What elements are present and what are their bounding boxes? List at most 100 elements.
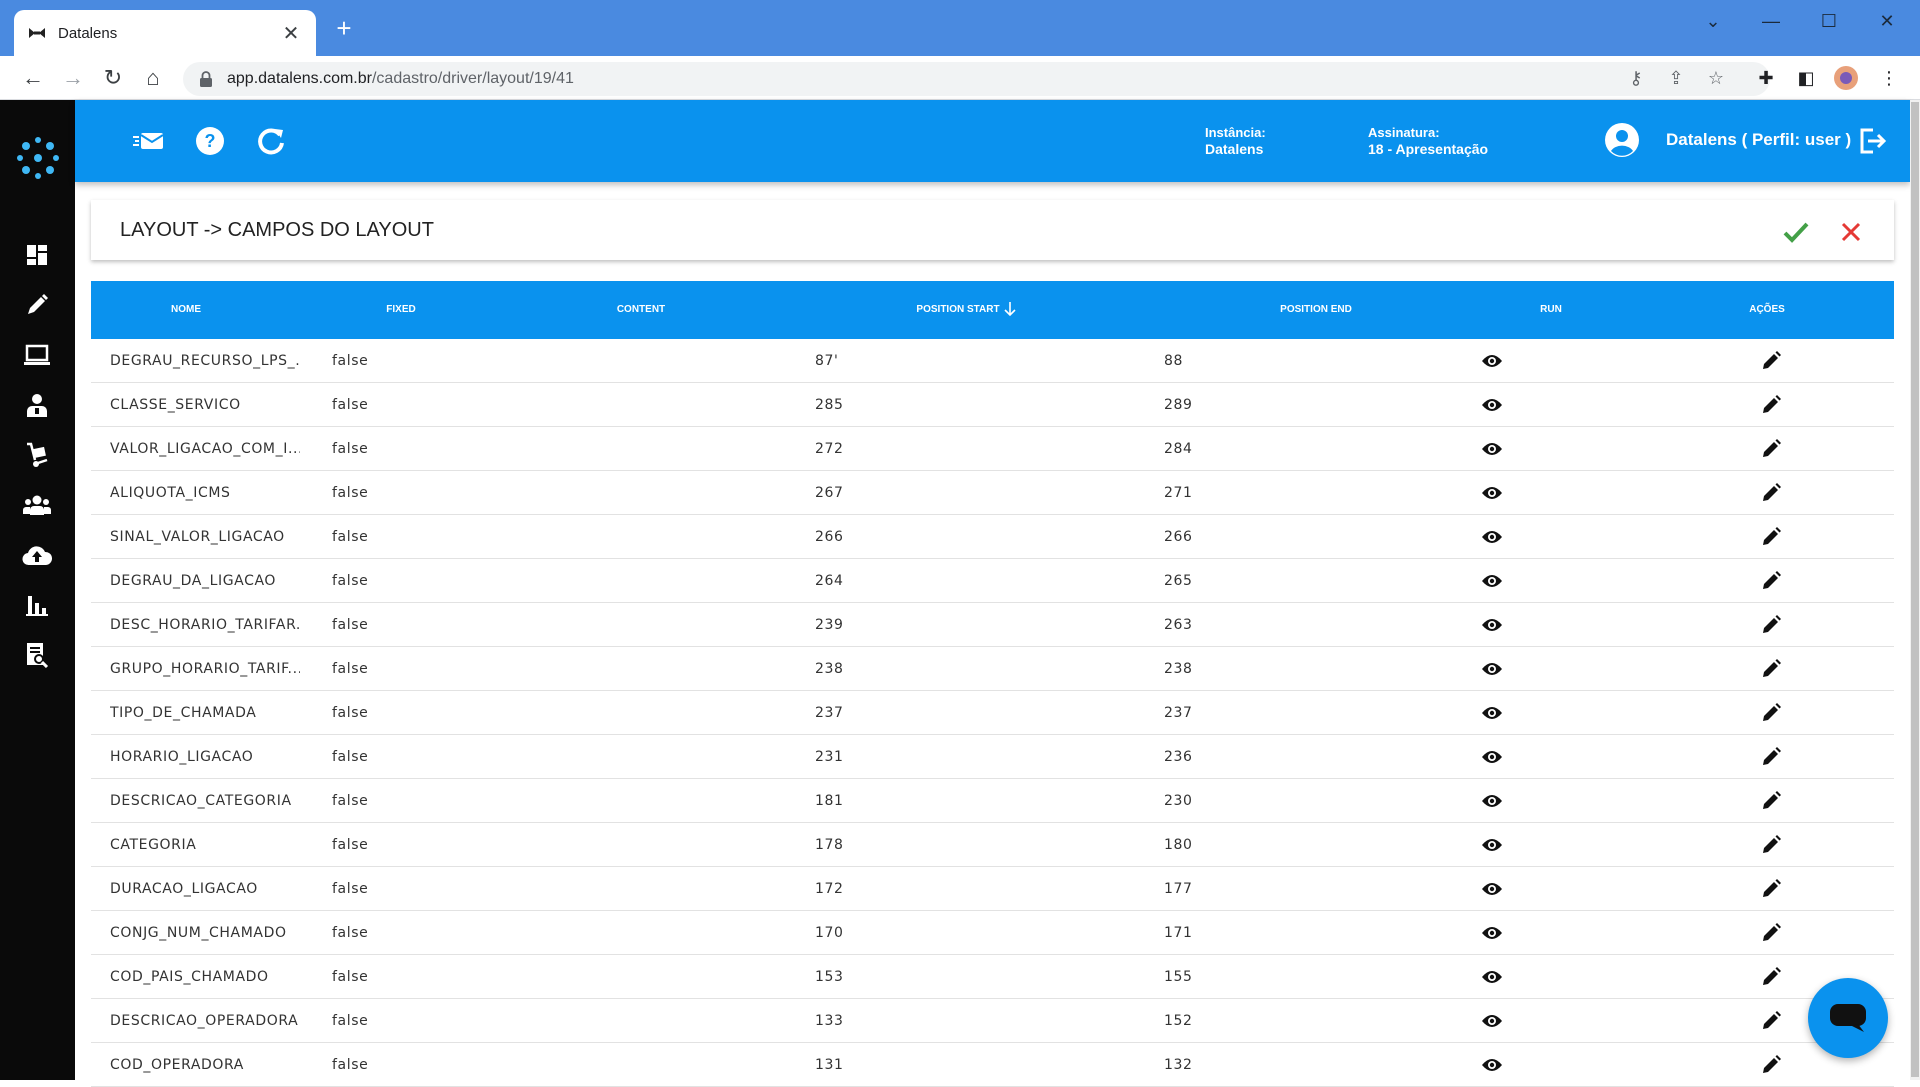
view-eye-icon[interactable] xyxy=(1481,823,1505,867)
cell-position-end: 238 xyxy=(1164,661,1193,677)
new-tab-button[interactable]: + xyxy=(330,14,358,42)
view-eye-icon[interactable] xyxy=(1481,779,1505,823)
cell-position-end: 265 xyxy=(1164,573,1193,589)
cell-fixed: false xyxy=(332,573,369,589)
view-eye-icon[interactable] xyxy=(1481,427,1505,471)
dolly-icon[interactable] xyxy=(22,440,52,470)
close-window-button[interactable]: ✕ xyxy=(1864,6,1910,36)
app-header: ? Instância: Datalens Assinatura: 18 - A… xyxy=(75,100,1910,182)
view-eye-icon[interactable] xyxy=(1481,339,1505,383)
mail-icon[interactable] xyxy=(133,125,165,157)
page-scrollbar[interactable] xyxy=(1910,100,1920,1080)
column-header-position-start[interactable]: POSITION START xyxy=(891,281,1041,339)
view-eye-icon[interactable] xyxy=(1481,735,1505,779)
edit-pencil-icon[interactable] xyxy=(1761,779,1785,823)
edit-pencil-icon[interactable] xyxy=(1761,735,1785,779)
table-row: DURACAO_LIGACAO false 172 177 xyxy=(91,867,1894,911)
key-icon[interactable]: ⚷ xyxy=(1623,65,1649,91)
browser-tab[interactable]: Datalens ✕ xyxy=(14,10,316,56)
cell-nome: ALIQUOTA_ICMS xyxy=(110,485,231,501)
table-row: COD_OPERADORA false 131 132 xyxy=(91,1043,1894,1087)
edit-icon[interactable] xyxy=(22,290,52,320)
edit-pencil-icon[interactable] xyxy=(1761,603,1785,647)
column-header-nome[interactable]: NOME xyxy=(131,281,241,339)
edit-pencil-icon[interactable] xyxy=(1761,515,1785,559)
column-header-fixed[interactable]: FIXED xyxy=(351,281,451,339)
cell-fixed: false xyxy=(332,397,369,413)
datalens-logo[interactable] xyxy=(12,132,64,184)
view-eye-icon[interactable] xyxy=(1481,691,1505,735)
confirm-check-icon[interactable] xyxy=(1780,216,1812,248)
minimize-button[interactable]: — xyxy=(1748,6,1794,36)
back-arrow-icon[interactable]: ← xyxy=(18,63,48,93)
home-icon[interactable]: ⌂ xyxy=(138,63,168,93)
view-eye-icon[interactable] xyxy=(1481,955,1505,999)
view-eye-icon[interactable] xyxy=(1481,515,1505,559)
edit-pencil-icon[interactable] xyxy=(1761,823,1785,867)
edit-pencil-icon[interactable] xyxy=(1761,383,1785,427)
view-eye-icon[interactable] xyxy=(1481,867,1505,911)
scrollbar-thumb[interactable] xyxy=(1911,102,1919,1077)
cell-fixed: false xyxy=(332,1013,369,1029)
refresh-icon[interactable] xyxy=(255,125,287,157)
edit-pencil-icon[interactable] xyxy=(1761,867,1785,911)
view-eye-icon[interactable] xyxy=(1481,559,1505,603)
cell-nome: DEGRAU_RECURSO_LPS_... xyxy=(110,353,300,369)
cloud-upload-icon[interactable] xyxy=(22,540,52,570)
cell-fixed: false xyxy=(332,661,369,677)
edit-pencil-icon[interactable] xyxy=(1761,911,1785,955)
view-eye-icon[interactable] xyxy=(1481,647,1505,691)
share-icon[interactable]: ⇪ xyxy=(1663,65,1689,91)
bar-chart-icon[interactable] xyxy=(22,590,52,620)
address-bar[interactable]: app.datalens.com.br/cadastro/driver/layo… xyxy=(183,62,1770,96)
table-body: DEGRAU_RECURSO_LPS_... false 87' 88 CLAS… xyxy=(91,339,1894,1087)
extensions-icon[interactable]: ✚ xyxy=(1753,65,1779,91)
edit-pencil-icon[interactable] xyxy=(1761,691,1785,735)
column-header-run[interactable]: RUN xyxy=(1511,281,1591,339)
column-header-content[interactable]: CONTENT xyxy=(581,281,701,339)
chat-widget-button[interactable] xyxy=(1808,978,1888,1058)
cell-position-end: 155 xyxy=(1164,969,1193,985)
edit-pencil-icon[interactable] xyxy=(1761,471,1785,515)
account-circle-icon[interactable] xyxy=(1604,122,1640,158)
maximize-button[interactable]: ☐ xyxy=(1806,6,1852,36)
svg-text:?: ? xyxy=(205,131,216,151)
column-header-position-end[interactable]: POSITION END xyxy=(1241,281,1391,339)
view-eye-icon[interactable] xyxy=(1481,383,1505,427)
table-row: SINAL_VALOR_LIGACAO false 266 266 xyxy=(91,515,1894,559)
view-eye-icon[interactable] xyxy=(1481,471,1505,515)
view-eye-icon[interactable] xyxy=(1481,999,1505,1043)
chat-bubble-icon xyxy=(1830,1004,1866,1032)
tab-close-icon[interactable]: ✕ xyxy=(280,21,302,46)
browser-menu-icon[interactable]: ⋮ xyxy=(1876,65,1902,91)
view-eye-icon[interactable] xyxy=(1481,1043,1505,1087)
edit-pencil-icon[interactable] xyxy=(1761,999,1785,1043)
cell-position-end: 289 xyxy=(1164,397,1193,413)
cancel-close-icon[interactable] xyxy=(1835,216,1867,248)
forward-arrow-icon[interactable]: → xyxy=(58,63,88,93)
cell-nome: CONJG_NUM_CHAMADO xyxy=(110,925,287,941)
profile-avatar[interactable] xyxy=(1833,65,1859,91)
user-tie-icon[interactable] xyxy=(22,390,52,420)
table-row: DEGRAU_DA_LIGACAO false 264 265 xyxy=(91,559,1894,603)
users-icon[interactable] xyxy=(22,490,52,520)
edit-pencil-icon[interactable] xyxy=(1761,955,1785,999)
view-eye-icon[interactable] xyxy=(1481,911,1505,955)
report-search-icon[interactable] xyxy=(22,640,52,670)
tab-search-icon[interactable]: ⌄ xyxy=(1690,6,1736,36)
help-icon[interactable]: ? xyxy=(194,125,226,157)
dashboard-icon[interactable] xyxy=(22,240,52,270)
edit-pencil-icon[interactable] xyxy=(1761,427,1785,471)
edit-pencil-icon[interactable] xyxy=(1761,647,1785,691)
view-eye-icon[interactable] xyxy=(1481,603,1505,647)
logout-icon[interactable] xyxy=(1857,126,1887,156)
side-panel-icon[interactable]: ◧ xyxy=(1793,65,1819,91)
reload-icon[interactable]: ↻ xyxy=(98,63,128,93)
edit-pencil-icon[interactable] xyxy=(1761,1043,1785,1087)
edit-pencil-icon[interactable] xyxy=(1761,339,1785,383)
user-profile-label[interactable]: Datalens ( Perfil: user ) xyxy=(1666,130,1851,150)
bookmark-star-icon[interactable]: ☆ xyxy=(1703,65,1729,91)
laptop-icon[interactable] xyxy=(22,340,52,370)
edit-pencil-icon[interactable] xyxy=(1761,559,1785,603)
cell-position-end: 180 xyxy=(1164,837,1193,853)
